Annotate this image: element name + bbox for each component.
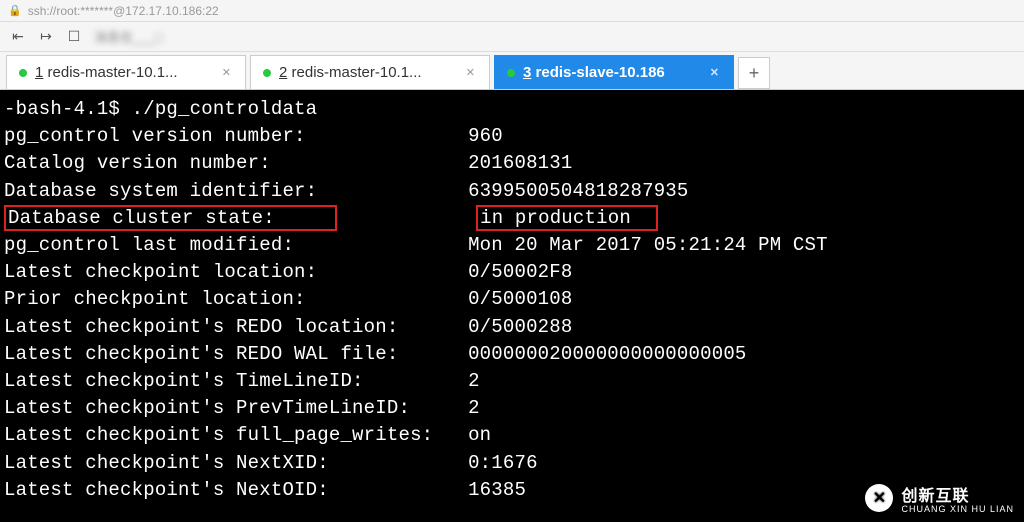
blurred-text: 消息在___□ [94,27,163,46]
status-dot-icon [263,69,271,77]
tab-redis-slave[interactable]: 3 redis-slave-10.186 ✕ [494,55,734,89]
forward-icon[interactable]: ↦ [38,29,54,45]
tab-number: 1 [35,64,43,81]
tab-label: redis-master-10.1... [48,64,178,81]
status-dot-icon [19,69,27,77]
watermark-en: CHUANG XIN HU LIAN [901,504,1014,514]
tab-redis-master-2[interactable]: 2 redis-master-10.1... ✕ [250,55,490,89]
back-icon[interactable]: ⇤ [10,29,26,45]
close-icon[interactable]: ✕ [710,66,719,79]
address-bar: 🔒 ssh://root:*******@172.17.10.186:22 [0,0,1024,22]
add-tab-button[interactable]: + [738,57,770,89]
tool-bar: ⇤ ↦ ☐ 消息在___□ [0,22,1024,52]
bookmark-icon[interactable]: ☐ [66,29,82,45]
close-icon[interactable]: ✕ [222,66,231,79]
tab-label: redis-slave-10.186 [536,64,665,81]
lock-icon: 🔒 [8,4,22,17]
tab-number: 3 [523,64,531,81]
status-dot-icon [507,69,515,77]
tab-redis-master-1[interactable]: 1 redis-master-10.1... ✕ [6,55,246,89]
tabs-bar: 1 redis-master-10.1... ✕ 2 redis-master-… [0,52,1024,90]
tab-number: 2 [279,64,287,81]
tab-label: redis-master-10.1... [292,64,422,81]
watermark-logo-icon: ✕ [865,484,893,512]
watermark-cn: 创新互联 [901,482,1014,506]
close-icon[interactable]: ✕ [466,66,475,79]
terminal[interactable]: -bash-4.1$ ./pg_controldata pg_control v… [0,90,1024,522]
watermark: ✕ 创新互联 CHUANG XIN HU LIAN [865,482,1014,514]
address-text: ssh://root:*******@172.17.10.186:22 [28,4,219,18]
